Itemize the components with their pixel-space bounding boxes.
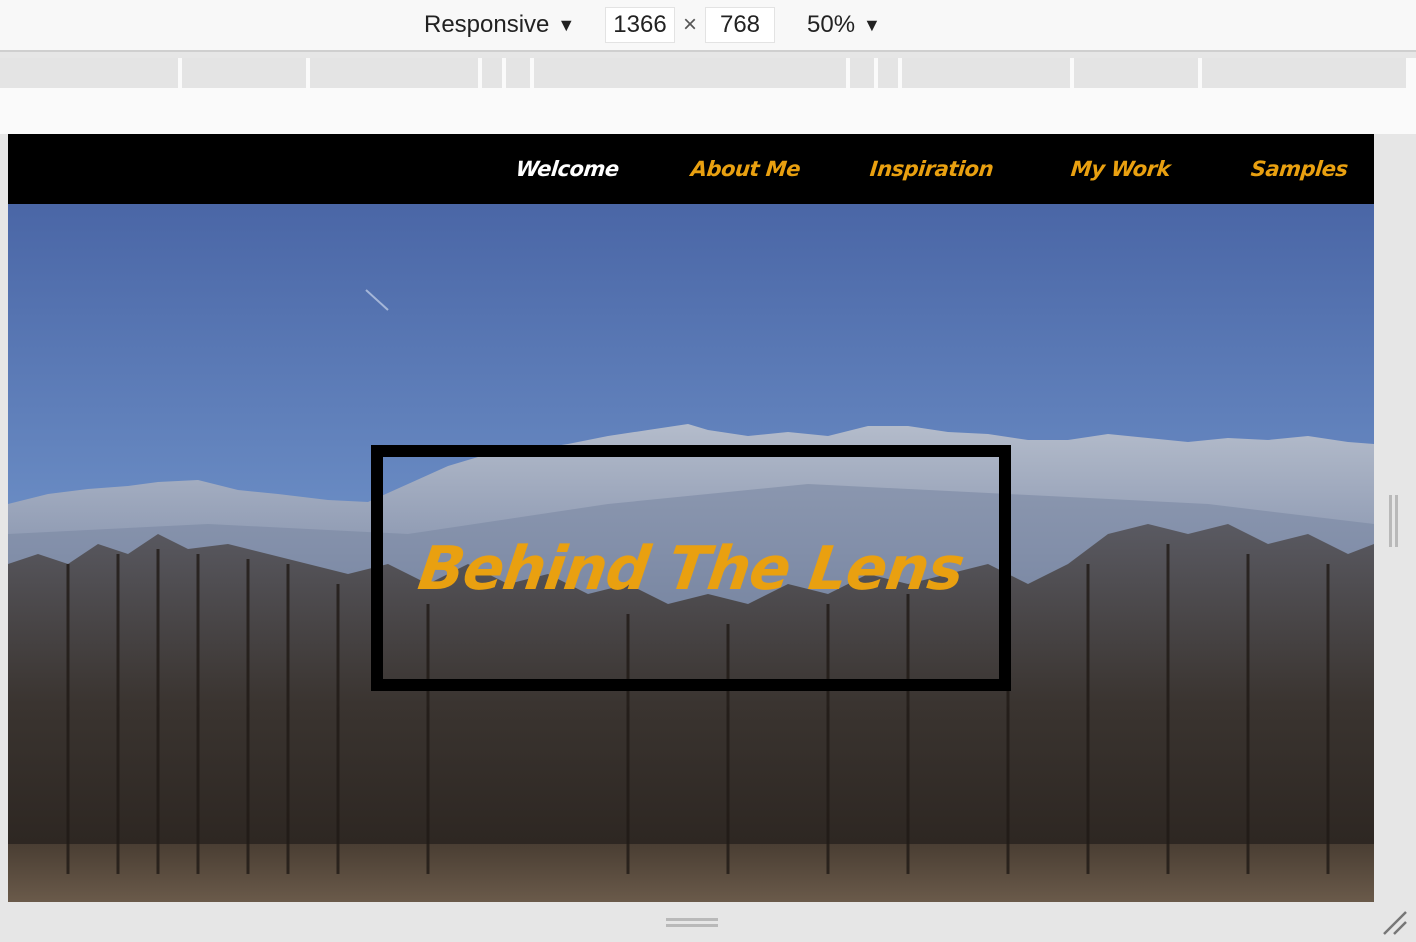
media-query-segment[interactable]: [902, 58, 1070, 88]
media-query-segment[interactable]: [878, 58, 898, 88]
media-query-ruler: [0, 58, 1416, 88]
caret-down-icon: ▼: [863, 14, 881, 35]
zoom-select-label: 50%: [807, 11, 856, 38]
zoom-select[interactable]: 50% ▼: [807, 0, 881, 50]
nav-link-inspiration[interactable]: Inspiration: [866, 134, 996, 204]
site-nav: Welcome About Me Inspiration My Work Sam…: [8, 134, 1374, 204]
hero-title: Behind The Lens: [414, 533, 968, 604]
nav-link-welcome[interactable]: Welcome: [512, 134, 622, 204]
nav-link-samples[interactable]: Samples: [1247, 134, 1351, 204]
emulated-viewport: Welcome About Me Inspiration My Work Sam…: [8, 134, 1374, 902]
hero-title-inner: Behind The Lens: [395, 469, 987, 667]
media-query-segment[interactable]: [850, 58, 874, 88]
device-toolbar: Responsive ▼ × 50% ▼: [0, 0, 1416, 52]
height-input[interactable]: [705, 7, 775, 43]
media-query-segment[interactable]: [182, 58, 306, 88]
nav-link-my-work[interactable]: My Work: [1067, 134, 1174, 204]
nav-link-about-me[interactable]: About Me: [687, 134, 804, 204]
viewport-width-resize-handle[interactable]: [1388, 495, 1400, 547]
width-input[interactable]: [605, 7, 675, 43]
media-query-segment[interactable]: [1202, 58, 1406, 88]
hero-title-frame: Behind The Lens: [371, 445, 1011, 691]
media-query-segment[interactable]: [534, 58, 846, 88]
media-query-segment[interactable]: [482, 58, 502, 88]
device-select[interactable]: Responsive ▼: [424, 0, 575, 50]
media-query-segment[interactable]: [310, 58, 478, 88]
resize-corner-icon[interactable]: [1380, 908, 1408, 936]
viewport-height-resize-handle[interactable]: [666, 916, 718, 930]
viewport-margin: [0, 88, 1416, 134]
media-query-segment[interactable]: [506, 58, 530, 88]
media-query-segment[interactable]: [0, 58, 178, 88]
media-query-segment[interactable]: [1074, 58, 1198, 88]
caret-down-icon: ▼: [557, 14, 576, 35]
hero-section: Behind The Lens: [8, 204, 1374, 902]
device-select-label: Responsive: [424, 11, 550, 38]
times-icon: ×: [682, 11, 697, 38]
